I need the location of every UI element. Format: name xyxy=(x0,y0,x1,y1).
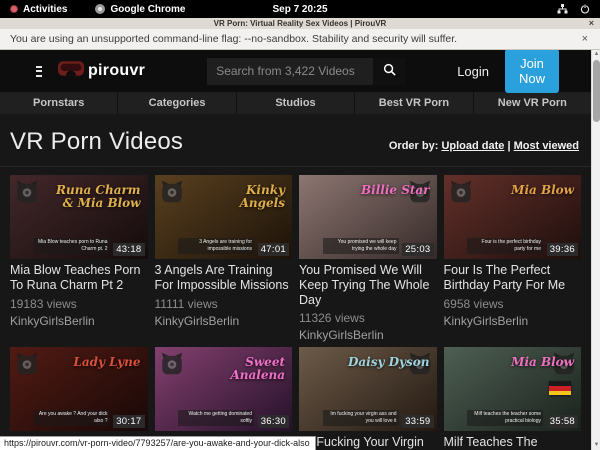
chrome-infobar: You are using an unsupported command-lin… xyxy=(0,29,600,50)
video-title[interactable]: Mia Blow Teaches Porn To Runa Charm Pt 2 xyxy=(10,263,148,293)
order-by-most-viewed-link[interactable]: Most viewed xyxy=(514,140,579,152)
thumbnail-caption: Mia Blow teaches porn to Runa Charm pt. … xyxy=(34,238,110,254)
video-card[interactable]: Runa Charm & Mia Blow Mia Blow teaches p… xyxy=(10,175,148,341)
system-top-bar: Activities Google Chrome Sep 7 20:25 xyxy=(0,0,600,18)
thumbnail-overlay-name: Billie Star xyxy=(361,184,430,197)
page-scrollbar[interactable]: ▲ ▼ xyxy=(591,50,600,450)
video-studio-link[interactable]: KinkyGirlsBerlin xyxy=(299,329,437,341)
search-button[interactable] xyxy=(373,58,405,85)
video-thumbnail[interactable]: Mia Blow Milf teaches the teacher some p… xyxy=(444,347,582,431)
studio-cat-mask-icon xyxy=(14,179,40,205)
thumbnail-overlay-name: Lady Lyne xyxy=(73,356,140,369)
studio-cat-mask-icon xyxy=(159,351,185,377)
scrollbar-down-arrow-icon[interactable]: ▼ xyxy=(592,441,600,450)
studio-cat-mask-icon xyxy=(159,179,185,205)
video-title[interactable]: Im Fucking Your Virgin Ass And You Will … xyxy=(299,435,437,450)
scrollbar-thumb[interactable] xyxy=(593,60,600,122)
site-logo-text: pirouvr xyxy=(88,62,145,80)
video-title[interactable]: You Promised We Will Keep Trying The Who… xyxy=(299,263,437,307)
hamburger-menu-icon[interactable] xyxy=(36,63,42,79)
video-thumbnail[interactable]: Sweet Analena Watch me getting dominated… xyxy=(155,347,293,431)
order-by-separator: | xyxy=(507,140,510,152)
german-flag-icon xyxy=(549,381,571,395)
order-by-label: Order by: xyxy=(389,140,439,152)
video-card[interactable]: Sweet Analena Watch me getting dominated… xyxy=(155,347,293,450)
video-thumbnail[interactable]: Lady Lyne Are you awake ? And your dick … xyxy=(10,347,148,431)
thumbnail-overlay-name: Kinky Angels xyxy=(200,184,285,210)
duration-badge: 36:30 xyxy=(258,415,289,428)
video-grid: Runa Charm & Mia Blow Mia Blow teaches p… xyxy=(0,167,591,450)
site-logo[interactable]: pirouvr xyxy=(58,61,145,81)
status-bar-url: https://pirouvr.com/vr-porn-video/779325… xyxy=(0,436,316,450)
thumbnail-overlay-name: Sweet Analena xyxy=(200,356,285,382)
duration-badge: 35:58 xyxy=(547,415,578,428)
video-studio-link[interactable]: KinkyGirlsBerlin xyxy=(10,315,148,327)
video-studio-link[interactable]: KinkyGirlsBerlin xyxy=(444,315,582,327)
page-title: VR Porn Videos xyxy=(10,128,183,156)
video-views: 19183 views xyxy=(10,298,148,310)
nav-item-new-vr-porn[interactable]: New VR Porn xyxy=(473,92,591,114)
nav-item-studios[interactable]: Studios xyxy=(236,92,354,114)
order-by-upload-date-link[interactable]: Upload date xyxy=(441,140,504,152)
vr-goggles-icon xyxy=(58,61,84,81)
thumbnail-overlay-name: Mia Blow xyxy=(511,356,574,369)
join-now-button[interactable]: Join Now xyxy=(505,50,559,93)
scrollbar-up-arrow-icon[interactable]: ▲ xyxy=(592,50,600,59)
duration-badge: 43:18 xyxy=(113,243,144,256)
site-header: pirouvr Login Join Now xyxy=(0,50,591,92)
login-link[interactable]: Login xyxy=(457,64,489,79)
video-title[interactable]: 3 Angels Are Training For Impossible Mis… xyxy=(155,263,293,293)
video-card[interactable]: Daisy Dyson Im fucking your virgin ass a… xyxy=(299,347,437,450)
thumbnail-overlay-name: Mia Blow xyxy=(511,184,574,197)
infobar-close-icon[interactable]: × xyxy=(582,33,588,45)
video-studio-link[interactable]: KinkyGirlsBerlin xyxy=(155,315,293,327)
video-thumbnail[interactable]: Mia Blow Four is the perfect birthday pa… xyxy=(444,175,582,259)
nav-item-best-vr-porn[interactable]: Best VR Porn xyxy=(354,92,472,114)
video-views: 11326 views xyxy=(299,312,437,324)
thumbnail-overlay-name: Daisy Dyson xyxy=(348,356,430,369)
video-card[interactable]: Mia Blow Four is the perfect birthday pa… xyxy=(444,175,582,341)
duration-badge: 47:01 xyxy=(258,243,289,256)
window-title: VR Porn: Virtual Reality Sex Videos | Pi… xyxy=(214,19,387,28)
video-thumbnail[interactable]: Kinky Angels 3 Angels are training for i… xyxy=(155,175,293,259)
video-views: 11111 views xyxy=(155,298,293,310)
video-thumbnail[interactable]: Billie Star You promised we will keep tr… xyxy=(299,175,437,259)
thumbnail-caption: Im fucking your virgin ass and you will … xyxy=(323,410,399,426)
video-title[interactable]: Four Is The Perfect Birthday Party For M… xyxy=(444,263,582,293)
video-thumbnail[interactable]: Runa Charm & Mia Blow Mia Blow teaches p… xyxy=(10,175,148,259)
thumbnail-caption: Are you awake ? And your dick also ? xyxy=(34,410,110,426)
thumbnail-overlay-name: Runa Charm & Mia Blow xyxy=(55,184,140,210)
search-icon xyxy=(383,63,396,79)
clock[interactable]: Sep 7 20:25 xyxy=(0,4,600,15)
thumbnail-caption: 3 Angels are training for impossible mis… xyxy=(178,238,254,254)
window-close-icon[interactable]: × xyxy=(589,18,594,29)
search-input[interactable] xyxy=(207,58,373,85)
infobar-message: You are using an unsupported command-lin… xyxy=(10,33,457,45)
duration-badge: 33:59 xyxy=(402,415,433,428)
main-nav: Pornstars Categories Studios Best VR Por… xyxy=(0,92,591,114)
studio-cat-mask-icon xyxy=(14,351,40,377)
video-card[interactable]: Billie Star You promised we will keep tr… xyxy=(299,175,437,341)
order-by-controls: Order by: Upload date | Most viewed xyxy=(389,140,579,156)
video-views: 6958 views xyxy=(444,298,582,310)
studio-cat-mask-icon xyxy=(448,179,474,205)
video-title[interactable]: Milf Teaches The Teacher Some Practical … xyxy=(444,435,582,450)
window-title-bar: VR Porn: Virtual Reality Sex Videos | Pi… xyxy=(0,18,600,29)
nav-item-pornstars[interactable]: Pornstars xyxy=(0,92,117,114)
thumbnail-caption: You promised we will keep trying the who… xyxy=(323,238,399,254)
video-card[interactable]: Kinky Angels 3 Angels are training for i… xyxy=(155,175,293,341)
search-box xyxy=(207,58,405,85)
video-card[interactable]: Lady Lyne Are you awake ? And your dick … xyxy=(10,347,148,450)
thumbnail-caption: Watch me getting dominated softly xyxy=(178,410,254,426)
video-thumbnail[interactable]: Daisy Dyson Im fucking your virgin ass a… xyxy=(299,347,437,431)
video-card[interactable]: Mia Blow Milf teaches the teacher some p… xyxy=(444,347,582,450)
duration-badge: 25:03 xyxy=(402,243,433,256)
thumbnail-caption: Milf teaches the teacher some practical … xyxy=(467,410,543,426)
thumbnail-caption: Four is the perfect birthday party for m… xyxy=(467,238,543,254)
duration-badge: 30:17 xyxy=(113,415,144,428)
browser-viewport: pirouvr Login Join Now Pornstars Categor… xyxy=(0,50,600,450)
nav-item-categories[interactable]: Categories xyxy=(117,92,235,114)
duration-badge: 39:36 xyxy=(547,243,578,256)
